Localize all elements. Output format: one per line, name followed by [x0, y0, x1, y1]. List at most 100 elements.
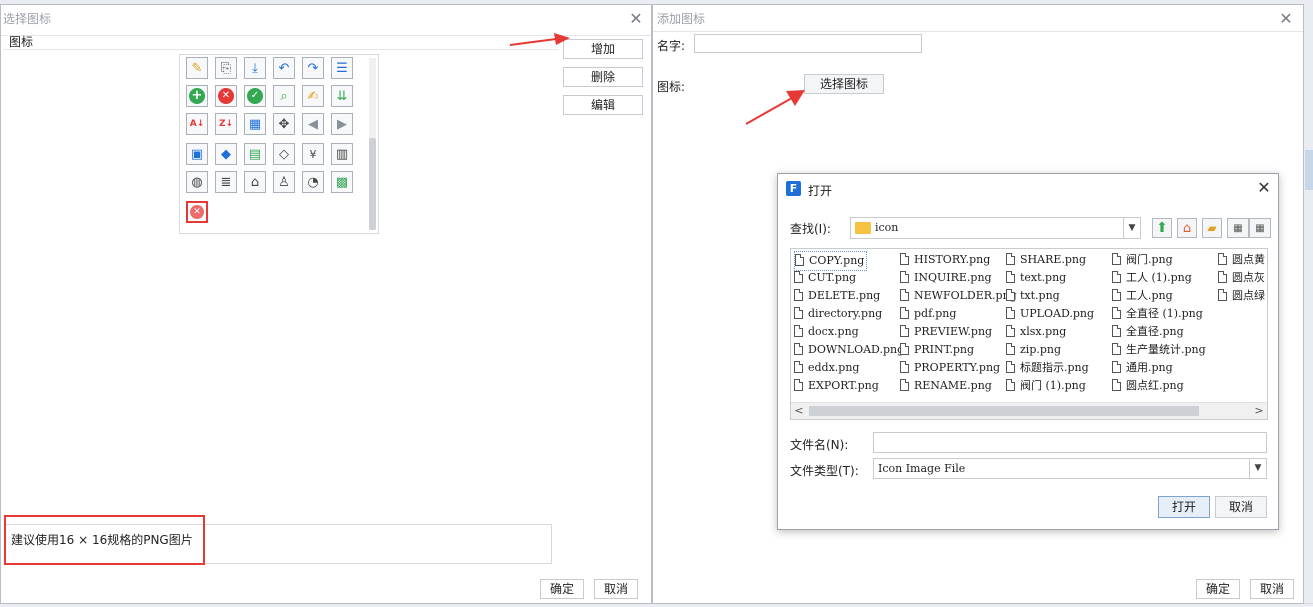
add-circle-icon[interactable]: +	[186, 85, 208, 107]
triangle-right-icon[interactable]: ▶	[331, 113, 353, 135]
list-item[interactable]: SHARE.png	[1006, 251, 1086, 269]
details-view-icon[interactable]: ▦	[1249, 218, 1271, 238]
close-icon[interactable]: ✕	[1255, 179, 1273, 197]
list-item[interactable]: 全直径.png	[1112, 323, 1184, 341]
chevron-down-icon[interactable]: ▼	[1123, 218, 1140, 238]
filename-input[interactable]	[873, 432, 1267, 453]
ok-button[interactable]: 确定	[540, 579, 584, 599]
cancel-button[interactable]: 取消	[594, 579, 638, 599]
list-item[interactable]: 工人 (1).png	[1112, 269, 1192, 287]
undo-icon[interactable]: ↶	[273, 57, 295, 79]
home-icon[interactable]: ⌂	[244, 171, 266, 193]
edit-page-icon[interactable]: ⎘	[215, 57, 237, 79]
list-item[interactable]: 阀门 (1).png	[1006, 377, 1086, 395]
list-item[interactable]: pdf.png	[900, 305, 956, 323]
list-item[interactable]: PRINT.png	[900, 341, 974, 359]
tree-icon[interactable]: ▩	[331, 171, 353, 193]
user-icon[interactable]: ♙	[273, 171, 295, 193]
cancel-button[interactable]: 取消	[1250, 579, 1294, 599]
delete-button[interactable]: 删除	[563, 67, 643, 87]
list-item[interactable]: DOWNLOAD.png	[794, 341, 904, 359]
move-icon[interactable]: ✥	[273, 113, 295, 135]
redo-icon[interactable]: ↷	[302, 57, 324, 79]
sort-az-icon[interactable]: A↓	[186, 113, 208, 135]
cancel-button[interactable]: 取消	[1215, 496, 1267, 518]
save-icon[interactable]: ▣	[186, 143, 208, 165]
icon-label: 图标:	[657, 80, 686, 94]
list-item[interactable]: txt.png	[1006, 287, 1060, 305]
triangle-left-icon[interactable]: ◀	[302, 113, 324, 135]
list-item[interactable]: 全直径 (1).png	[1112, 305, 1203, 323]
rows-icon[interactable]: ≣	[215, 171, 237, 193]
pencil-icon[interactable]: ✎	[186, 57, 208, 79]
filetype-select[interactable]: Icon Image File ▼	[873, 458, 1267, 479]
list-item[interactable]: directory.png	[794, 305, 882, 323]
scrollbar-thumb[interactable]	[369, 138, 376, 230]
sheet-icon[interactable]: ▤	[244, 143, 266, 165]
list-item[interactable]: 通用.png	[1112, 359, 1173, 377]
close-icon[interactable]: ✕	[627, 10, 645, 28]
list-item[interactable]: 工人.png	[1112, 287, 1173, 305]
globe-icon[interactable]: ◍	[186, 171, 208, 193]
list-item[interactable]: zip.png	[1006, 341, 1061, 359]
up-folder-icon[interactable]: ⬆	[1152, 218, 1172, 238]
add-button[interactable]: 增加	[563, 39, 643, 59]
list-item[interactable]: 生产量统计.png	[1112, 341, 1206, 359]
remove-circle-icon[interactable]: ✕	[215, 85, 237, 107]
ok-button[interactable]: 确定	[1196, 579, 1240, 599]
list-item[interactable]: NEWFOLDER.png	[900, 287, 1017, 305]
new-folder-icon[interactable]: ▰	[1202, 218, 1222, 238]
edit-doc-icon[interactable]: ✍	[302, 85, 324, 107]
list-item[interactable]: COPY.png	[794, 251, 868, 271]
list-item[interactable]: xlsx.png	[1006, 323, 1066, 341]
list-view-icon[interactable]: ▦	[1227, 218, 1249, 238]
filter-icon[interactable]: ▦	[244, 113, 266, 135]
check-circle-icon[interactable]: ✓	[244, 85, 266, 107]
list-item[interactable]: 圆点绿	[1218, 287, 1265, 305]
list-item[interactable]: 圆点红.png	[1112, 377, 1184, 395]
download-icon[interactable]: ⤓	[244, 57, 266, 79]
close-icon[interactable]: ✕	[1277, 10, 1295, 28]
list-item[interactable]: DELETE.png	[794, 287, 880, 305]
open-button[interactable]: 打开	[1158, 496, 1210, 518]
search-doc-icon[interactable]: ⌕	[273, 85, 295, 107]
red-close-icon[interactable]: ✕	[186, 201, 208, 223]
sort-down-icon[interactable]: ⇊	[331, 85, 353, 107]
scrollbar-thumb[interactable]	[809, 406, 1199, 416]
scroll-right-icon[interactable]: >	[1251, 403, 1267, 419]
edit-button[interactable]: 编辑	[563, 95, 643, 115]
home-icon[interactable]: ⌂	[1177, 218, 1197, 238]
list-item[interactable]: docx.png	[794, 323, 859, 341]
list-item[interactable]: INQUIRE.png	[900, 269, 992, 287]
list-item[interactable]: CUT.png	[794, 269, 856, 287]
list-item[interactable]: RENAME.png	[900, 377, 992, 395]
list-item[interactable]: PREVIEW.png	[900, 323, 992, 341]
tag-icon[interactable]: ◇	[273, 143, 295, 165]
hint-highlight-box	[4, 515, 205, 565]
name-input[interactable]	[694, 34, 922, 53]
list-item[interactable]: EXPORT.png	[794, 377, 879, 395]
list-item[interactable]: text.png	[1006, 269, 1066, 287]
list-item[interactable]: 标题指示.png	[1006, 359, 1089, 377]
chevron-down-icon[interactable]: ▼	[1249, 459, 1266, 478]
bar-chart-icon[interactable]: ▥	[331, 143, 353, 165]
look-in-select[interactable]: icon ▼	[850, 217, 1141, 239]
scroll-left-icon[interactable]: <	[791, 403, 807, 419]
sort-za-icon[interactable]: Z↓	[215, 113, 237, 135]
file-list-hscrollbar[interactable]: < >	[791, 402, 1267, 419]
list-item[interactable]: PROPERTY.png	[900, 359, 1000, 377]
eraser-icon[interactable]: ◆	[215, 143, 237, 165]
pie-chart-icon[interactable]: ◔	[302, 171, 324, 193]
yen-icon[interactable]: ¥	[302, 143, 324, 165]
dialog-title: 打开	[808, 184, 833, 198]
list-item[interactable]: 阀门.png	[1112, 251, 1173, 269]
select-icon-button[interactable]: 选择图标	[804, 74, 884, 94]
list-item[interactable]: eddx.png	[794, 359, 859, 377]
icon-grid-scrollbar[interactable]	[369, 58, 376, 230]
file-list[interactable]: COPY.png CUT.png DELETE.png directory.pn…	[790, 248, 1268, 420]
list-item[interactable]: HISTORY.png	[900, 251, 990, 269]
list-icon[interactable]: ☰	[331, 57, 353, 79]
list-item[interactable]: 圆点灰	[1218, 269, 1265, 287]
list-item[interactable]: UPLOAD.png	[1006, 305, 1094, 323]
list-item[interactable]: 圆点黄	[1218, 251, 1265, 269]
